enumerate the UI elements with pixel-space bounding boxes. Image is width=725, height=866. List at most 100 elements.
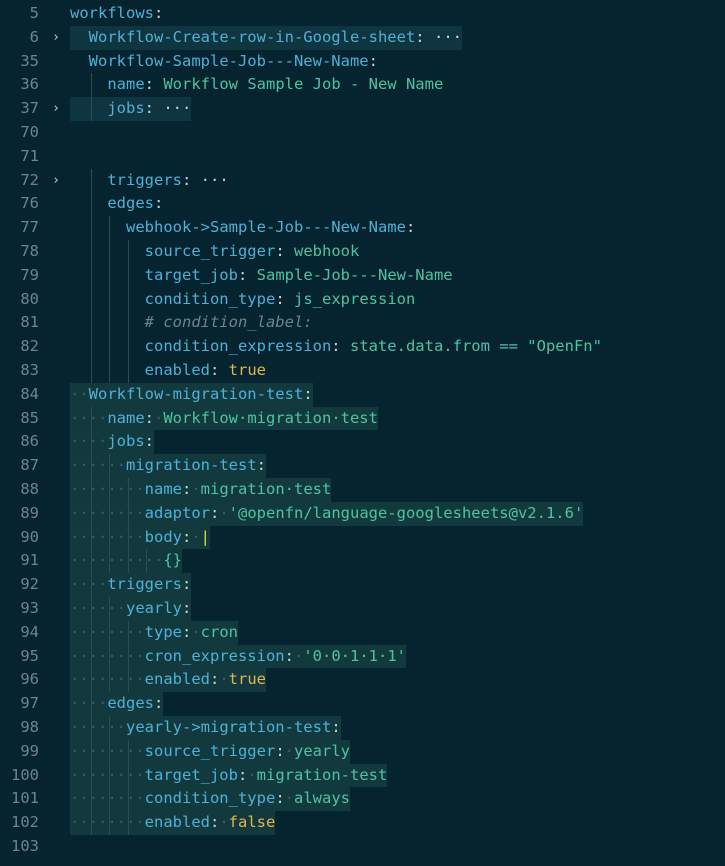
indent-guide [127,644,129,669]
code-line[interactable]: 81 # condition_label: [0,311,725,336]
yaml-value: '@openfn/language-googlesheets@v2.1.6' [228,503,584,522]
code-line[interactable]: 87 ······migration-test: [0,454,725,478]
line-number: 79 [20,265,39,284]
indent-guide [109,763,111,788]
line-number: 88 [20,480,39,498]
code-text: name: Workflow Sample Job - New Name [107,75,444,94]
indent-guide [90,216,92,240]
code-line[interactable]: 96 ········enabled:·true [0,668,725,693]
fold-chevron-icon[interactable]: › [48,97,64,121]
code-text: ····edges: [70,692,164,716]
yaml-key: target_job [144,265,238,284]
code-line[interactable]: 101 ········condition_type:·always [0,787,725,812]
code-text: ········cron_expression:·'0·0·1·1·1' [70,644,406,669]
code-text: ····name:·Workflow·migration·test [70,406,378,431]
yaml-value: ··· [163,99,192,118]
code-text: # condition_label: [70,311,313,335]
line-number: 90 [20,527,39,546]
code-line[interactable]: 85 ····name:·Workflow·migration·test [0,406,725,431]
yaml-key: Workflow-Create-row-in-Google-sheet [88,27,416,46]
code-line[interactable]: 35 Workflow-Sample-Job---New-Name: [0,50,725,74]
code-text: ········adaptor:·'@openfn/language-googl… [70,501,584,526]
code-text: ········type:·cron [70,620,238,645]
indent-guide [90,716,92,740]
line-number: 87 [20,456,39,475]
code-line[interactable]: 80 condition_type: js_expression [0,287,725,312]
yaml-key: source_trigger [144,741,276,760]
code-line[interactable]: 97 ····edges: [0,692,725,716]
yaml-value: Sample-Job---New-Name [256,265,453,284]
yaml-key: condition_expression [144,337,332,356]
code-line[interactable]: 95 ········cron_expression:·'0·0·1·1·1' [0,644,725,669]
yaml-key: enabled [144,670,210,689]
indent-guide [127,478,129,502]
code-line[interactable]: 90 ········body:·| [0,525,725,550]
code-line[interactable]: 92 ····triggers: [0,573,725,597]
line-number: 82 [20,337,39,356]
indent-guide [109,739,111,764]
yaml-key: migration-test [126,456,257,475]
code-text: jobs: ··· [70,97,192,121]
code-line[interactable]: 91 ··········{} [0,549,725,574]
code-line[interactable]: 5 workflows: [0,2,725,26]
code-text: ······yearly: [70,597,192,621]
code-line[interactable]: 78 source_trigger: webhook [0,240,725,264]
indent-guide [90,430,92,455]
code-line[interactable]: 100 ········target_job:·migration-test [0,763,725,788]
yaml-key: body [144,527,182,546]
indent-guide [90,335,92,359]
line-number: 35 [20,51,39,70]
code-line[interactable]: 98 ······yearly->migration-test: [0,716,725,740]
yaml-key: enabled [144,361,210,379]
code-line[interactable]: 103 [0,835,725,859]
indent-guide [109,525,111,550]
line-number: 78 [20,242,39,260]
fold-chevron-icon[interactable]: › [48,26,64,50]
indent-guide [90,240,92,264]
indent-guide [146,549,148,574]
indent-guide [109,359,111,383]
code-line[interactable]: 86 ····jobs: [0,430,725,455]
code-line[interactable]: 82 condition_expression: state.data.from… [0,335,725,359]
code-editor[interactable]: 5 workflows: 6 › Workflow-Create-row-in-Goo… [0,0,725,866]
line-number: 36 [20,75,39,94]
code-line[interactable]: 36 name: Workflow Sample Job - New Name [0,73,725,98]
yaml-key: source_trigger [144,242,276,260]
code-line[interactable]: 70 [0,121,725,145]
code-line[interactable]: 102 ········enabled:·false [0,811,725,835]
line-number: 76 [20,194,39,213]
code-line[interactable]: 79 target_job: Sample-Job---New-Name [0,263,725,288]
code-line[interactable]: 77 webhook->Sample-Job---New-Name: [0,216,725,240]
code-text: condition_type: js_expression [144,289,416,308]
code-line[interactable]: 71 [0,145,725,169]
code-text: workflows: [70,4,164,22]
code-line[interactable]: 84 ··Workflow-migration-test: [0,382,725,407]
fold-chevron-icon[interactable]: › [48,169,64,193]
code-line[interactable]: 83 enabled: true [0,359,725,383]
line-number: 37 [20,99,39,118]
line-number: 6 [29,27,39,46]
code-line[interactable]: 99 ········source_trigger:·yearly [0,739,725,764]
yaml-value: always [294,789,350,808]
line-number: 80 [20,289,39,308]
indent-guide [90,811,92,835]
code-line[interactable]: 6 › Workflow-Create-row-in-Google-sheet: … [0,25,725,50]
code-line[interactable]: 93 ······yearly: [0,597,725,621]
code-line[interactable]: 94 ········type:·cron [0,620,725,645]
indent-guide [127,620,129,645]
yaml-key: Workflow-Sample-Job---New-Name [88,51,369,70]
code-text: ····triggers: [70,573,192,597]
indent-guide [90,692,92,716]
code-line[interactable]: 72 › triggers: ··· [0,168,725,193]
indent-guide [90,739,92,764]
code-line[interactable]: 76 edges: [0,192,725,217]
indent-guide [109,668,111,693]
code-line[interactable]: 37 › jobs: ··· [0,97,725,121]
yaml-value: js_expression [294,289,416,308]
indent-guide [127,739,129,764]
yaml-value: Workflow Sample Job - New Name [163,75,444,94]
code-line[interactable]: 88 ········name:·migration·test [0,478,725,502]
code-line[interactable]: 89 ········adaptor:·'@openfn/language-goo… [0,501,725,526]
line-number: 84 [20,384,39,403]
yaml-key: edges [107,694,154,713]
